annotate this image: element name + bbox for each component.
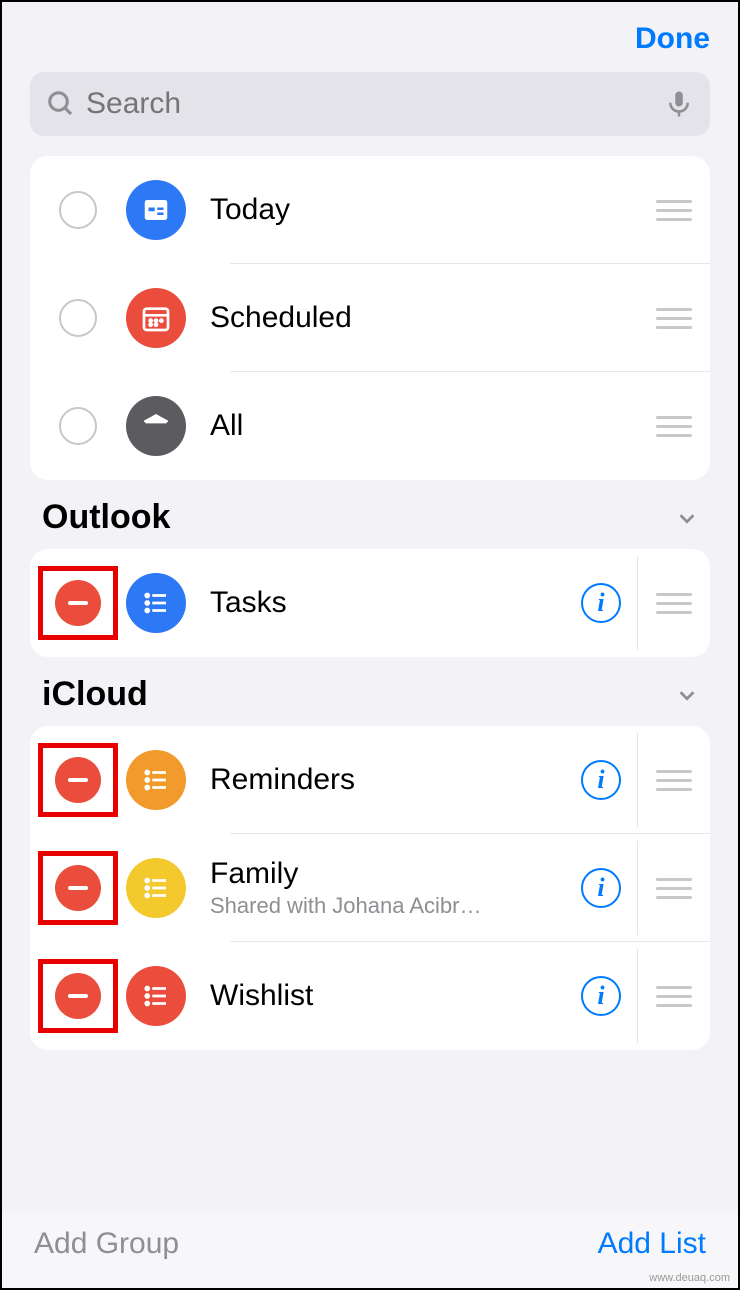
list-icon [126,966,186,1026]
footer-bar: Add Group Add List [2,1212,738,1288]
today-icon [126,180,186,240]
reorder-handle[interactable] [638,264,710,372]
top-bar: Done [2,2,738,64]
info-button[interactable]: i [581,760,621,800]
done-button[interactable]: Done [635,22,710,56]
add-list-button[interactable]: Add List [598,1227,706,1261]
section-header-icloud[interactable]: iCloud [42,675,698,714]
section-title: Outlook [42,498,170,537]
row-wishlist[interactable]: Wishlist i [30,942,710,1050]
list-label: Today [210,193,638,227]
delete-button[interactable] [55,757,101,803]
reorder-handle[interactable] [638,372,710,480]
section-title: iCloud [42,675,148,714]
search-field[interactable] [30,72,710,136]
reorder-handle[interactable] [638,834,710,942]
info-button[interactable]: i [581,583,621,623]
add-group-button: Add Group [34,1227,179,1261]
info-button[interactable]: i [581,868,621,908]
row-family[interactable]: Family Shared with Johana Acibr… i [30,834,710,942]
watermark: www.deuaq.com [649,1272,730,1284]
list-icon [126,573,186,633]
delete-button[interactable] [55,580,101,626]
search-input[interactable] [86,87,654,121]
all-icon [126,396,186,456]
icloud-card: Reminders i Family Shared with Johana Ac… [30,726,710,1050]
outlook-card: Tasks i [30,549,710,657]
selection-circle[interactable] [59,407,97,445]
reorder-handle[interactable] [638,726,710,834]
row-all[interactable]: All [30,372,710,480]
reorder-handle[interactable] [638,549,710,657]
list-subtitle: Shared with Johana Acibr… [210,893,550,919]
list-icon [126,858,186,918]
list-label: Wishlist [210,979,581,1013]
search-icon [46,89,76,119]
row-today[interactable]: Today [30,156,710,264]
list-label: All [210,409,638,443]
reorder-handle[interactable] [638,942,710,1050]
scheduled-icon [126,288,186,348]
smart-lists-card: Today Scheduled All [30,156,710,480]
chevron-down-icon [676,684,698,706]
section-header-outlook[interactable]: Outlook [42,498,698,537]
selection-circle[interactable] [59,299,97,337]
list-label: Family [210,857,581,891]
row-tasks[interactable]: Tasks i [30,549,710,657]
microphone-icon[interactable] [664,89,694,119]
delete-button[interactable] [55,973,101,1019]
selection-circle[interactable] [59,191,97,229]
chevron-down-icon [676,507,698,529]
info-button[interactable]: i [581,976,621,1016]
list-label: Reminders [210,763,581,797]
list-icon [126,750,186,810]
row-scheduled[interactable]: Scheduled [30,264,710,372]
list-label: Tasks [210,586,581,620]
reorder-handle[interactable] [638,156,710,264]
list-label: Scheduled [210,301,638,335]
delete-button[interactable] [55,865,101,911]
row-reminders[interactable]: Reminders i [30,726,710,834]
